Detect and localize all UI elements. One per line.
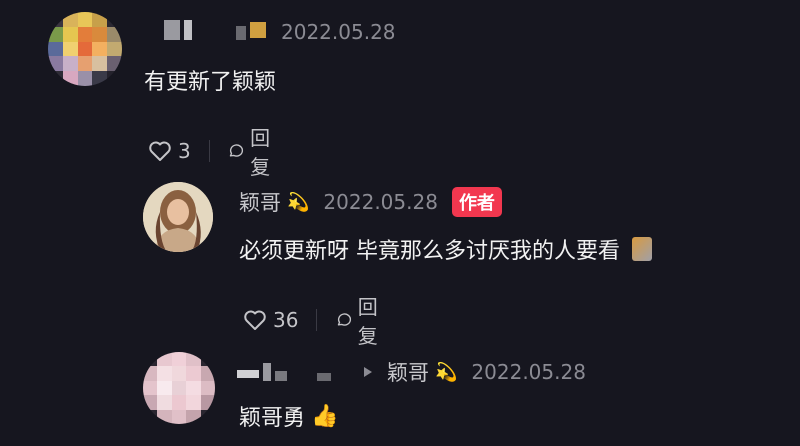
divider [316, 309, 318, 331]
heart-icon [149, 141, 171, 161]
comment-text-content: 必须更新呀 毕竟那么多讨厌我的人要看 [239, 239, 620, 264]
reply-label: 回复 [250, 126, 271, 179]
comment-text: 有更新了颖颖 [144, 70, 277, 95]
avatar[interactable] [48, 12, 122, 86]
reply-to-name[interactable]: 颖哥 [387, 357, 429, 387]
like-button[interactable]: 36 [243, 308, 298, 332]
author-badge: 作者 [451, 187, 502, 217]
sticker-emoji-icon [632, 237, 652, 261]
like-button[interactable]: 3 [148, 139, 191, 163]
reply-button[interactable]: 回复 [335, 291, 385, 349]
comment-text: 颖哥勇 👍 [239, 400, 338, 432]
blurred-username[interactable] [164, 20, 266, 40]
avatar[interactable] [143, 182, 213, 252]
blurred-username[interactable] [237, 363, 331, 381]
comment-actions: 3 回复 [148, 122, 278, 180]
author-portrait-image [143, 182, 213, 252]
comment-meta: 颖哥 💫 2022.05.28 [363, 357, 586, 387]
triangle-right-icon [364, 367, 372, 377]
sparkle-star-icon: 💫 [287, 191, 310, 213]
speech-bubble-icon [230, 144, 244, 157]
comment-date: 2022.05.28 [471, 360, 586, 384]
comment-text-content: 颖哥勇 [239, 406, 306, 431]
sparkle-star-icon: 💫 [435, 361, 458, 383]
reply-button[interactable]: 回复 [227, 122, 277, 180]
comment-meta: 颖哥 💫 2022.05.28 作者 [239, 187, 502, 217]
thumbs-up-icon: 👍 [311, 403, 339, 429]
speech-bubble-icon [337, 313, 352, 326]
reply-label: 回复 [357, 295, 378, 348]
comment-meta: 2022.05.28 [281, 20, 396, 44]
comment-actions: 36 回复 [243, 291, 385, 349]
heart-icon [244, 310, 266, 330]
comment-text: 必须更新呀 毕竟那么多讨厌我的人要看 [239, 233, 652, 265]
comment-date: 2022.05.28 [281, 20, 396, 44]
avatar[interactable] [143, 352, 215, 424]
divider [208, 140, 210, 162]
like-count: 36 [273, 308, 299, 332]
comment-date: 2022.05.28 [323, 190, 438, 214]
author-name[interactable]: 颖哥 [239, 187, 281, 217]
like-count: 3 [178, 139, 191, 163]
